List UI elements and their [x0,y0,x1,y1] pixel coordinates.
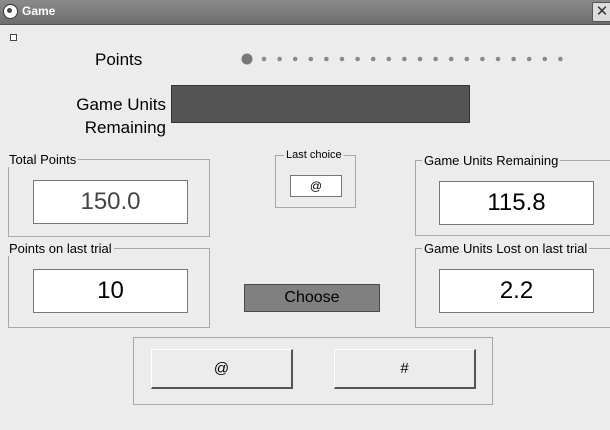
progress-dot [308,56,314,62]
last-choice-value: @ [290,175,342,197]
progress-dot [464,56,470,62]
game-units-bar [171,85,470,123]
grip-handle-icon [10,34,17,41]
game-units-remaining-group: Game Units Remaining 115.8 [415,153,610,236]
progress-dot [480,56,485,62]
points-progress-dots [241,53,563,65]
hash-option-button[interactable]: # [334,349,476,389]
total-points-group: Total Points 150.0 [7,152,210,237]
progress-dot [526,56,532,62]
close-button[interactable]: ✕ [592,2,610,22]
progress-dot [417,56,423,62]
app-icon [3,4,18,19]
game-units-remaining-value: 115.8 [439,181,594,225]
game-units-remaining-legend: Game Units Remaining [422,153,561,168]
progress-dot [433,56,438,62]
last-choice-group: Last choice @ [275,149,356,208]
at-option-button[interactable]: @ [151,349,293,389]
units-lost-last-trial-legend: Game Units Lost on last trial [422,241,590,256]
progress-dot [292,56,298,62]
window-title: Game [22,4,56,18]
progress-dot [558,56,563,62]
units-lost-last-trial-group: Game Units Lost on last trial 2.2 [415,241,610,328]
progress-dot [511,56,516,62]
game-units-label: Game Units Remaining [40,93,166,139]
points-last-trial-group: Points on last trial 10 [7,241,210,328]
progress-dot [370,56,376,62]
points-last-trial-legend: Points on last trial [7,241,114,256]
game-units-label-line1: Game Units [76,95,166,114]
progress-dot [355,56,360,62]
points-label: Points [95,50,143,69]
progress-dot [448,56,454,62]
progress-dot [324,56,329,62]
progress-dot [495,56,501,62]
last-choice-legend: Last choice [284,149,344,161]
progress-start-marker [241,53,253,65]
game-units-label-line2: Remaining [84,118,166,137]
choose-button[interactable]: Choose [244,284,380,312]
total-points-value: 150.0 [33,180,188,224]
progress-dot [402,56,407,62]
progress-dot [542,56,548,62]
progress-dot [261,56,267,62]
progress-dot [339,56,345,62]
points-last-trial-value: 10 [33,269,188,313]
progress-dot [386,56,392,62]
progress-dot [277,56,282,62]
total-points-legend: Total Points [7,152,79,167]
title-bar: Game ✕ [0,0,610,25]
units-lost-last-trial-value: 2.2 [439,269,594,313]
